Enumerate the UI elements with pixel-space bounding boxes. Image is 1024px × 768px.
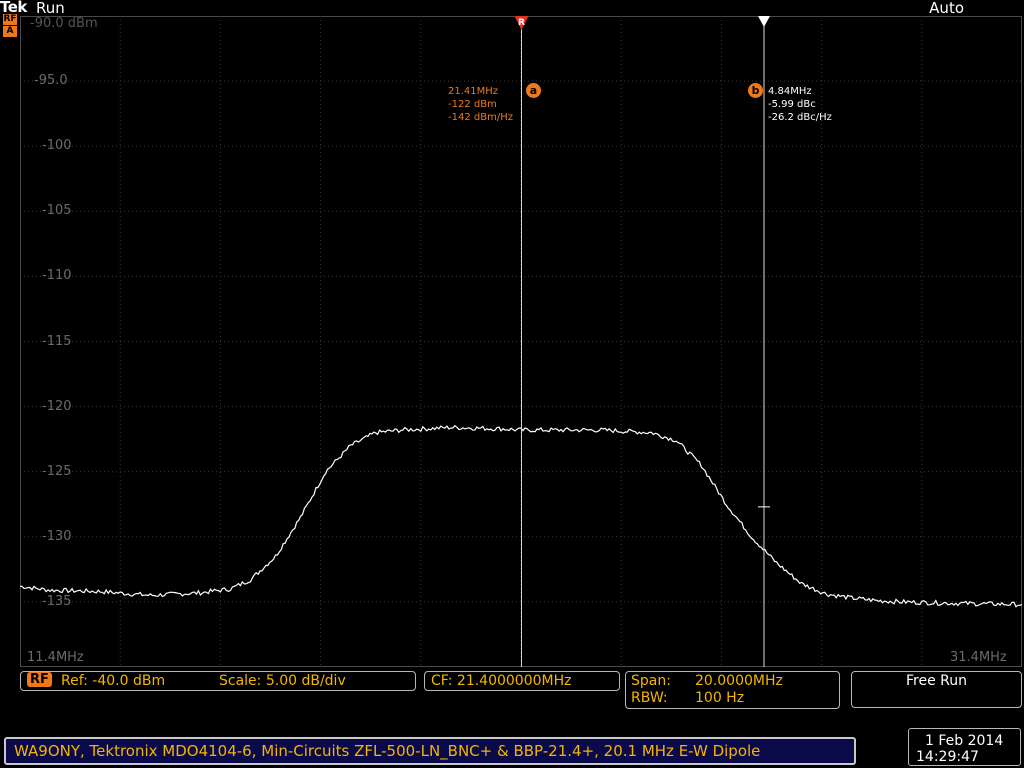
spectrum-analyzer-screen: Tek Run Auto RF A R -90.0 dBm -95.0 -100-… [0,0,1024,768]
marker-b-readout: 4.84MHz -5.99 dBc -26.2 dBc/Hz [768,85,832,124]
center-frequency-readout[interactable]: CF: 21.4000000MHz [424,671,620,691]
marker-b-badge[interactable]: b [748,83,763,98]
free-run-label: Free Run [905,673,967,689]
annotation-text: WA9ONY, Tektronix MDO4104-6, Min-Circuit… [14,742,761,760]
y-tick-label: -100 [42,138,72,154]
marker-a-amplitude: -122 dBm [448,99,497,110]
span-rbw-readout[interactable]: Span: 20.0000MHz RBW: 100 Hz [625,671,840,709]
marker-b-amplitude: -5.99 dBc [768,99,816,110]
trigger-mode: Auto [929,0,964,17]
ref-scale-readout[interactable]: RF Ref: -40.0 dBm Scale: 5.00 dB/div [20,671,416,691]
y-tick-label: -105 [42,203,72,219]
rf-channel-tag: RF [3,14,17,25]
ref-level-label: -90.0 dBm [30,16,98,31]
span-label: Span: [631,673,671,689]
marker-b-density: -26.2 dBc/Hz [768,112,832,123]
channel-a-tag: A [3,26,17,37]
y-tick-label: -135 [42,593,72,609]
marker-b-frequency: 4.84MHz [768,86,812,97]
y-tick-label: -110 [42,268,72,284]
y-tick-label: -125 [42,463,72,479]
rbw-value: 100 Hz [695,690,745,706]
cf-value: CF: 21.4000000MHz [431,673,572,689]
reference-marker-symbol: R [518,18,525,28]
span-value: 20.0000MHz [695,673,783,689]
marker-a-badge[interactable]: a [526,83,541,98]
rf-tag: RF [27,672,52,687]
stop-frequency-label: 31.4MHz [950,650,1007,665]
run-status: Run [36,0,65,17]
time-label: 14:29:47 [916,749,979,765]
y-tick-label: -130 [42,528,72,544]
y-tick-label: -115 [42,333,72,349]
grid-lines [20,16,1022,667]
y-tick-label: -95.0 [34,73,68,89]
date-label: 1 Feb 2014 [925,733,1004,749]
spectrum-graticule[interactable]: R [20,16,1022,667]
ref-level-readout: Ref: -40.0 dBm [61,673,166,689]
marker-a-frequency: 21.41MHz [448,86,499,97]
scale-readout: Scale: 5.00 dB/div [219,673,346,689]
start-frequency-label: 11.4MHz [27,650,84,665]
marker-a-density: -142 dBm/Hz [448,112,513,123]
rbw-label: RBW: [631,690,668,706]
acquire-mode-readout[interactable]: Free Run [851,671,1022,708]
marker-a-readout: 21.41MHz -122 dBm -142 dBm/Hz [448,85,513,124]
annotation-status-bar: WA9ONY, Tektronix MDO4104-6, Min-Circuit… [4,737,856,765]
y-tick-label: -120 [42,398,72,414]
date-time-display: 1 Feb 2014 14:29:47 [908,728,1021,766]
marker-b-triangle [757,16,770,27]
